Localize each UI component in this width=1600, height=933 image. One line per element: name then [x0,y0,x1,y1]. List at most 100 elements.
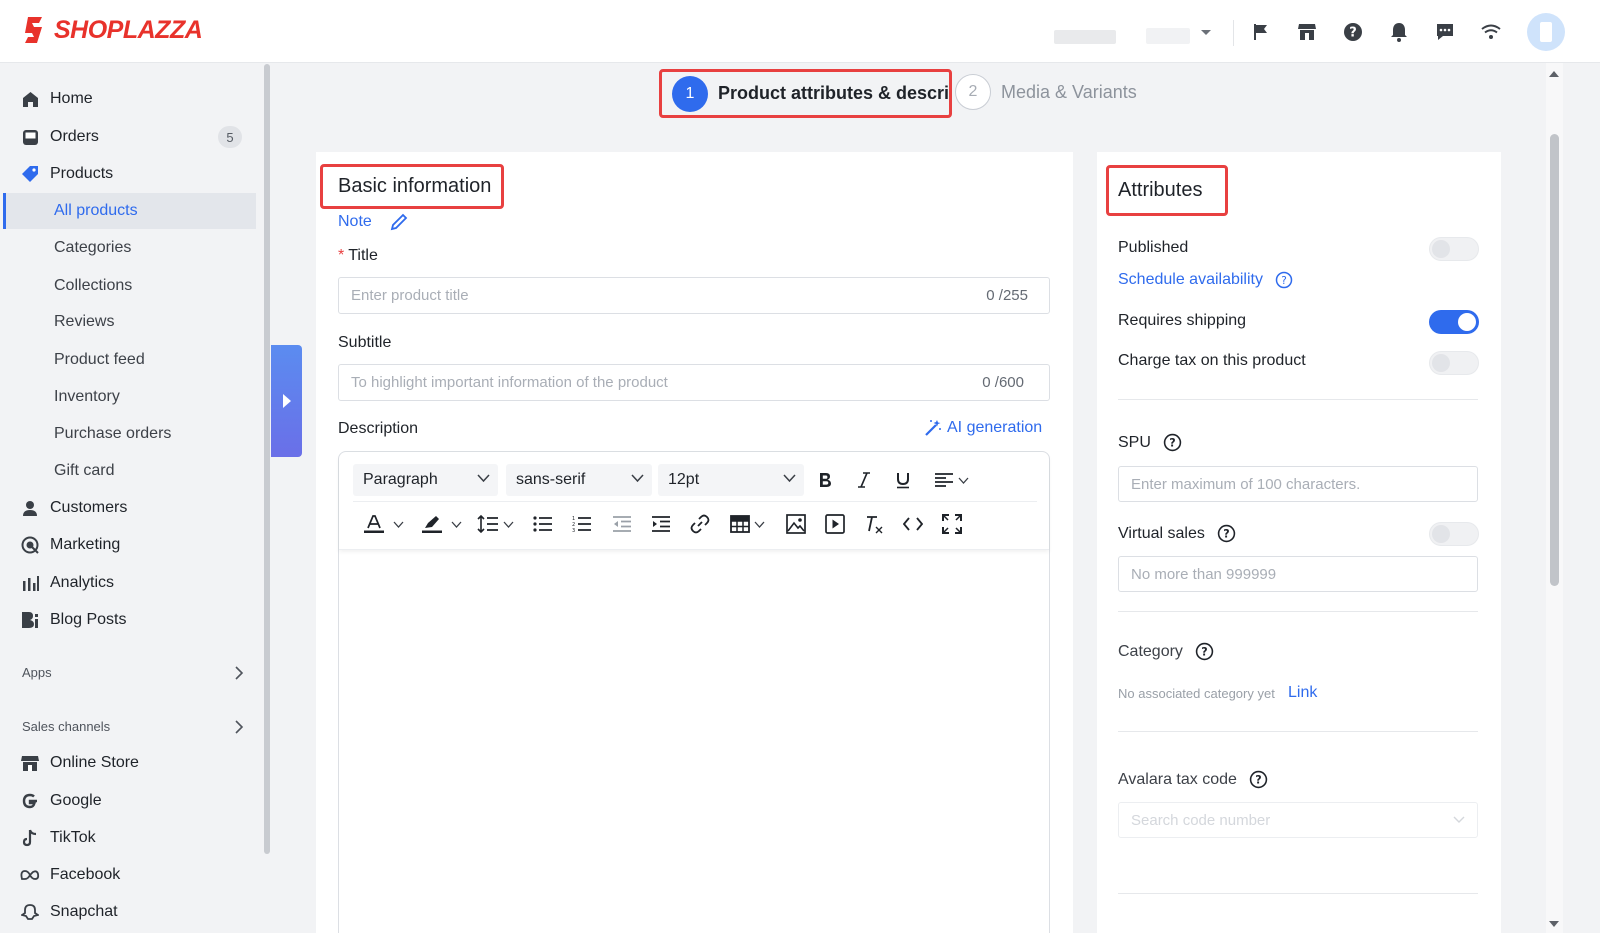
chevron-down-icon [1201,30,1211,35]
sidebar-item-label: TikTok [50,829,96,846]
sidebar-subitem-collections[interactable]: Collections [54,269,132,303]
avalara-tax-code-select[interactable]: Search code number [1118,802,1478,838]
requires-shipping-label: Requires shipping [1118,312,1247,329]
question-circle-icon[interactable]: ? [1217,524,1236,543]
sidebar-item-customers[interactable]: Customers [20,491,127,525]
sidebar-subitem-reviews[interactable]: Reviews [54,305,114,339]
line-height-button[interactable] [473,511,517,537]
sidebar-subitem-categories[interactable]: Categories [54,231,131,265]
chevron-down-icon [783,474,796,483]
avatar[interactable] [1527,13,1565,51]
table-button[interactable] [725,511,769,537]
question-circle-icon[interactable]: ? [1249,770,1268,789]
sidebar-item-label: Blog Posts [50,611,127,628]
subtitle-input[interactable]: To highlight important information of th… [338,364,1050,401]
expand-panel-button[interactable] [271,345,302,457]
sidebar-item-google[interactable]: Google [20,784,102,818]
highlight-color-button[interactable] [417,511,465,537]
sidebar-item-label: Snapchat [50,903,118,920]
sidebar-item-orders[interactable]: Orders [20,120,99,154]
avalara-placeholder: Search code number [1131,811,1271,829]
highlighter-icon [421,516,442,533]
virtual-sales-input[interactable]: No more than 999999 [1118,556,1478,592]
sidebar-item-analytics[interactable]: Analytics [20,566,114,600]
sidebar-item-marketing[interactable]: Marketing [20,528,120,562]
clear-format-icon [867,516,883,534]
chevron-right-icon[interactable] [234,720,244,734]
title-input[interactable]: Enter product title 0 /255 [338,277,1050,314]
numbered-list-button[interactable]: 123 [569,511,595,537]
toolbar-divider [353,501,1037,502]
store-selector[interactable] [1030,22,1220,46]
sidebar-item-home[interactable]: Home [20,82,93,116]
sidebar-subitem-gift-card[interactable]: Gift card [54,454,114,488]
question-circle-icon[interactable]: ? [1195,642,1214,661]
font-size-select[interactable]: 12pt [658,464,804,496]
description-editor[interactable]: Paragraph sans-serif 12pt 1 2 3 [338,451,1050,933]
text-color-button[interactable] [359,511,407,537]
published-toggle[interactable] [1429,237,1479,261]
insert-video-button[interactable] [822,511,848,537]
underline-button[interactable] [890,467,916,493]
sidebar-item-blog-posts[interactable]: Blog Posts [20,603,126,637]
wifi-icon[interactable] [1478,19,1503,44]
scroll-up-icon[interactable] [1548,70,1560,78]
attributes-heading-box: Attributes [1106,165,1228,216]
indent-button[interactable] [648,511,674,537]
underline-icon [897,473,909,489]
align-dropdown-button[interactable] [929,467,973,493]
virtual-sales-toggle[interactable] [1429,522,1479,546]
flag-icon[interactable] [1248,19,1273,44]
category-link[interactable]: Link [1288,684,1317,702]
insert-link-button[interactable] [687,511,713,537]
spu-label: SPU ? [1118,433,1182,452]
sidebar-item-label: Online Store [50,754,139,771]
sidebar-item-snapchat[interactable]: Snapchat [20,895,118,929]
svg-text:?: ? [1169,437,1175,450]
sidebar-item-products[interactable]: Products [20,157,113,191]
italic-button[interactable] [851,467,877,493]
bold-button[interactable] [812,467,838,493]
sidebar-item-facebook[interactable]: Facebook [20,858,120,892]
bullet-list-button[interactable] [530,511,556,537]
step-2[interactable]: 2 Media & Variants [955,74,1137,110]
spu-input[interactable]: Enter maximum of 100 characters. [1118,466,1478,502]
schedule-availability-link[interactable]: Schedule availability ? [1118,271,1293,289]
virtual-sales-placeholder: No more than 999999 [1131,565,1277,583]
brand-logo[interactable]: SHOPLAZZA [22,15,203,45]
ai-generation-button[interactable]: AI generation [924,419,1042,437]
chevron-right-icon[interactable] [234,666,244,680]
published-label: Published [1118,239,1189,256]
sidebar-section-sales-channels[interactable]: Sales channels [22,719,110,734]
charge-tax-toggle[interactable] [1429,351,1479,375]
sidebar-scrollbar[interactable] [264,64,270,854]
step-1[interactable]: 1 Product attributes & descri [659,69,952,118]
main-scrollbar-thumb[interactable] [1550,134,1559,586]
sidebar-item-online-store[interactable]: Online Store [20,746,139,780]
bell-icon[interactable] [1386,19,1411,44]
font-family-select[interactable]: sans-serif [506,464,652,496]
source-code-button[interactable] [900,511,926,537]
sidebar-subitem-all-products[interactable]: All products [54,194,138,228]
numbered-list-icon: 123 [572,516,591,533]
help-icon[interactable]: ? [1340,19,1365,44]
block-format-select[interactable]: Paragraph [353,464,498,496]
sidebar-subitem-product-feed[interactable]: Product feed [54,343,145,377]
scroll-down-icon[interactable] [1548,920,1560,928]
store-icon[interactable] [1294,19,1319,44]
requires-shipping-toggle[interactable] [1429,310,1479,334]
message-icon[interactable] [1432,19,1457,44]
charge-tax-label: Charge tax on this product [1118,352,1306,369]
sidebar-item-tiktok[interactable]: TikTok [20,821,96,855]
fullscreen-button[interactable] [939,511,965,537]
sidebar-section-apps[interactable]: Apps [22,665,52,680]
insert-image-button[interactable] [783,511,809,537]
sidebar-subitem-inventory[interactable]: Inventory [54,380,120,414]
clear-format-button[interactable] [861,511,887,537]
sidebar-subitem-purchase-orders[interactable]: Purchase orders [54,417,171,451]
note-link[interactable]: Note [338,213,408,231]
chevron-down-icon [393,521,403,528]
svg-text:?: ? [1255,774,1261,787]
outdent-button[interactable] [609,511,635,537]
question-circle-icon[interactable]: ? [1163,433,1182,452]
